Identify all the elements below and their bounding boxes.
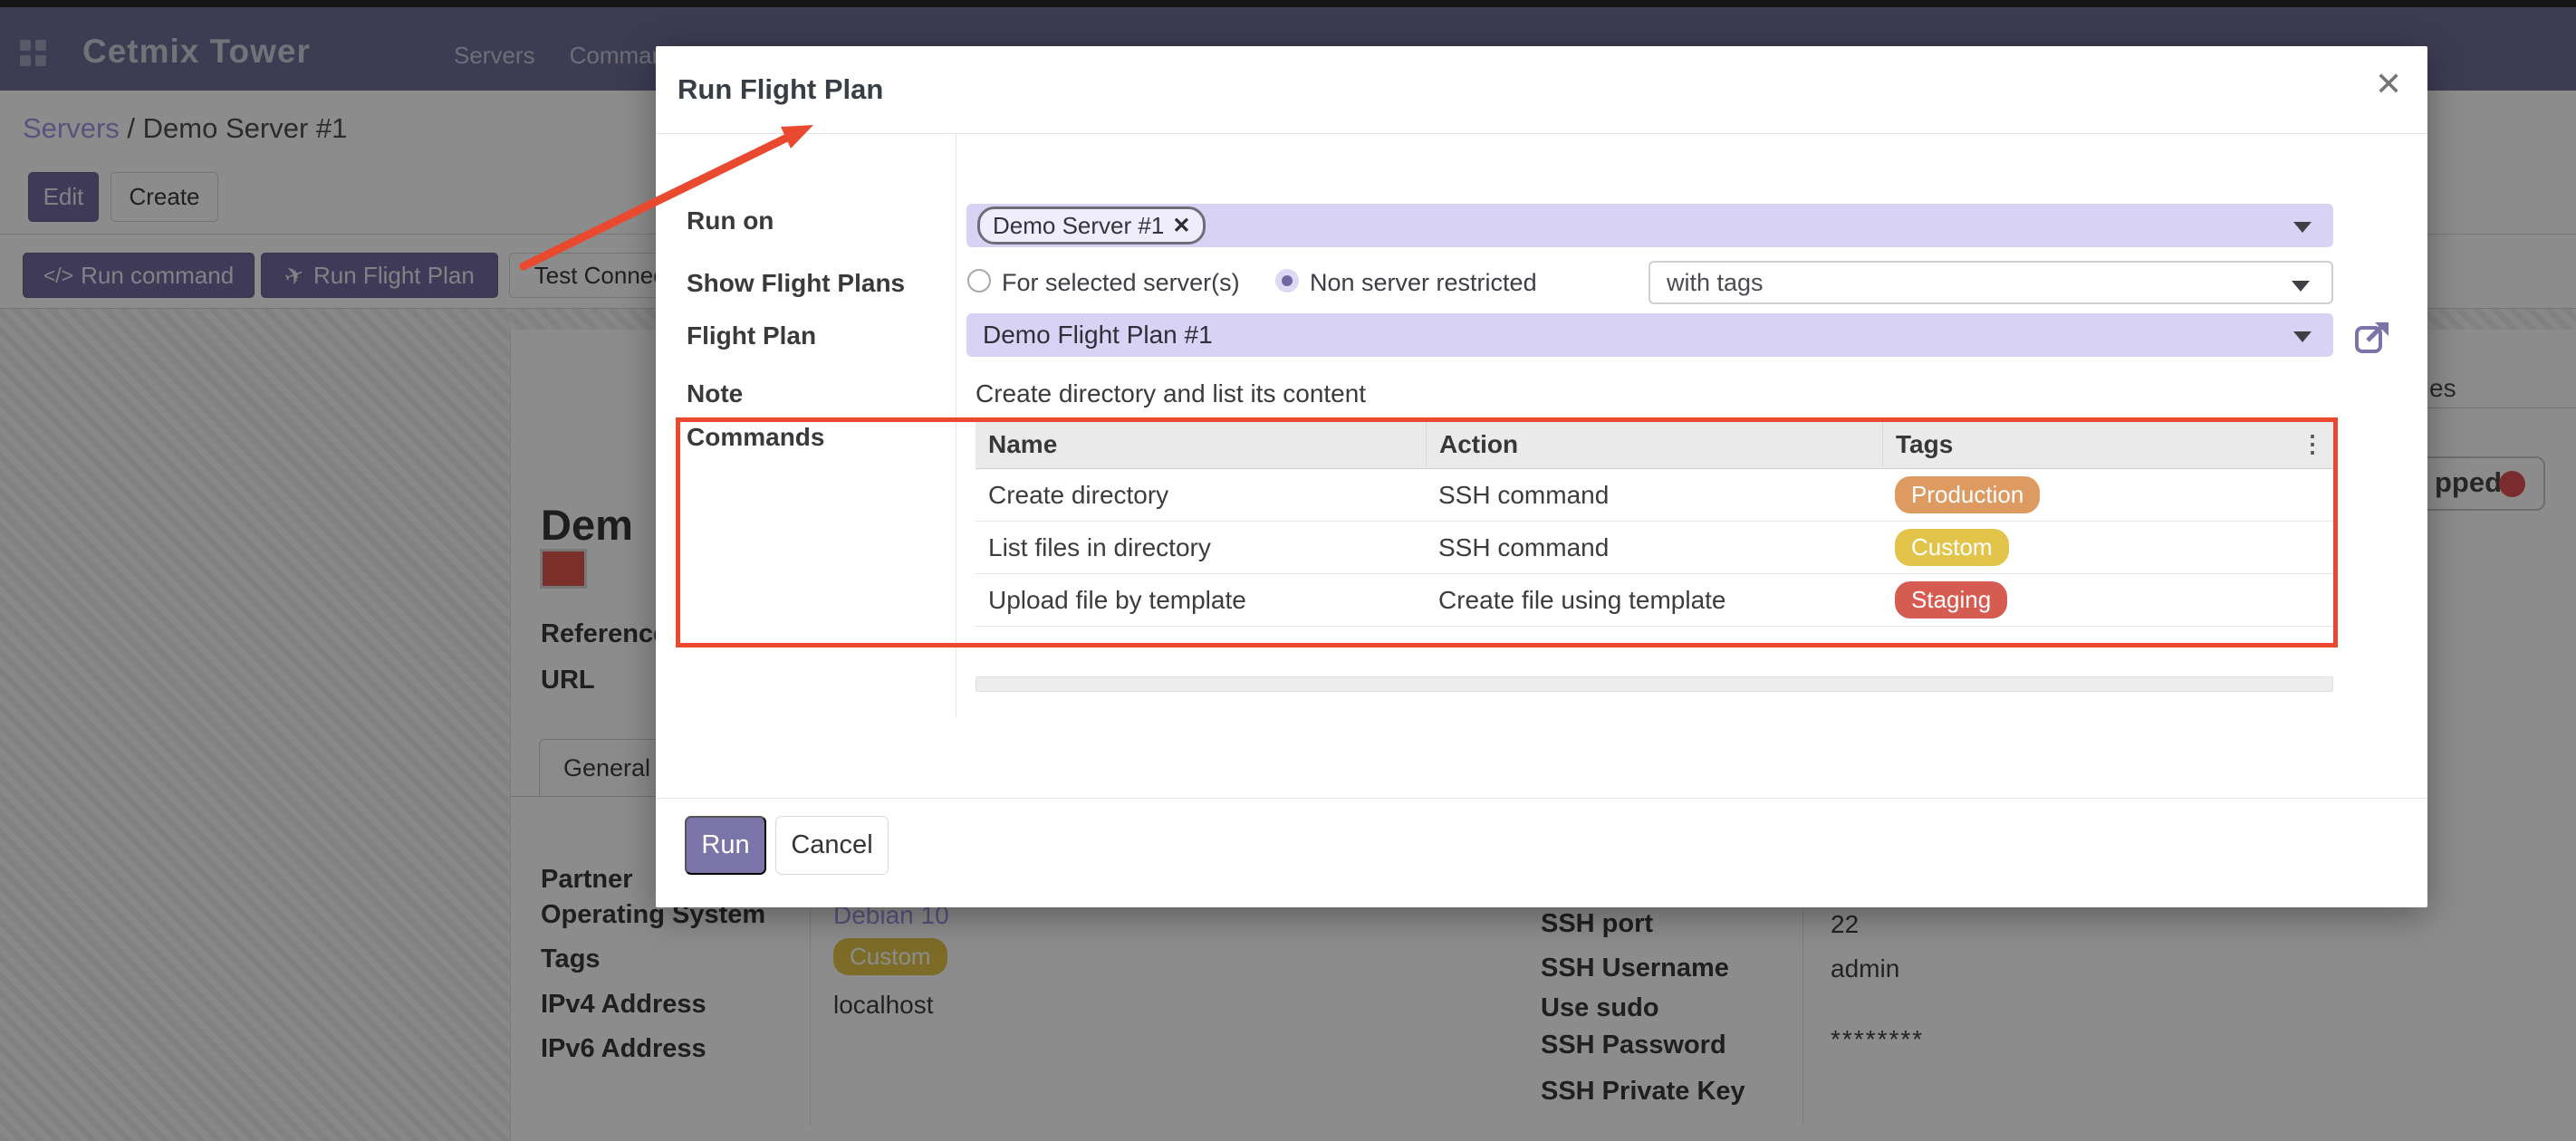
external-link-icon[interactable] (2354, 321, 2390, 355)
run-button[interactable]: Run (685, 816, 766, 875)
radio-non-server-restricted-label[interactable]: Non server restricted (1310, 269, 1537, 297)
radio-non-server-restricted[interactable] (1275, 269, 1299, 292)
chip-remove-icon[interactable]: ✕ (1172, 213, 1190, 239)
note-value: Create directory and list its content (976, 379, 1366, 408)
server-chip: Demo Server #1 ✕ (977, 206, 1206, 244)
flight-plan-select[interactable]: Demo Flight Plan #1 (966, 313, 2333, 357)
radio-for-selected-servers-label[interactable]: For selected server(s) (1002, 269, 1240, 297)
chevron-down-icon (2293, 331, 2312, 342)
close-icon[interactable]: ✕ (2375, 68, 2402, 101)
modal-title: Run Flight Plan (678, 73, 883, 106)
radio-for-selected-servers[interactable] (967, 269, 991, 292)
annotation-arrow (503, 109, 838, 285)
screen: Cetmix Tower Servers Commands Files Tool… (0, 0, 2576, 1141)
note-label: Note (687, 379, 743, 408)
tags-filter-select[interactable]: with tags (1648, 261, 2333, 304)
annotation-rectangle (676, 417, 2338, 647)
chevron-down-icon (2293, 222, 2312, 233)
horizontal-scrollbar[interactable] (976, 676, 2333, 692)
chevron-down-icon (2292, 281, 2310, 292)
run-on-field[interactable]: Demo Server #1 ✕ (966, 204, 2333, 247)
flight-plan-label: Flight Plan (687, 321, 816, 350)
cancel-button[interactable]: Cancel (775, 816, 889, 875)
